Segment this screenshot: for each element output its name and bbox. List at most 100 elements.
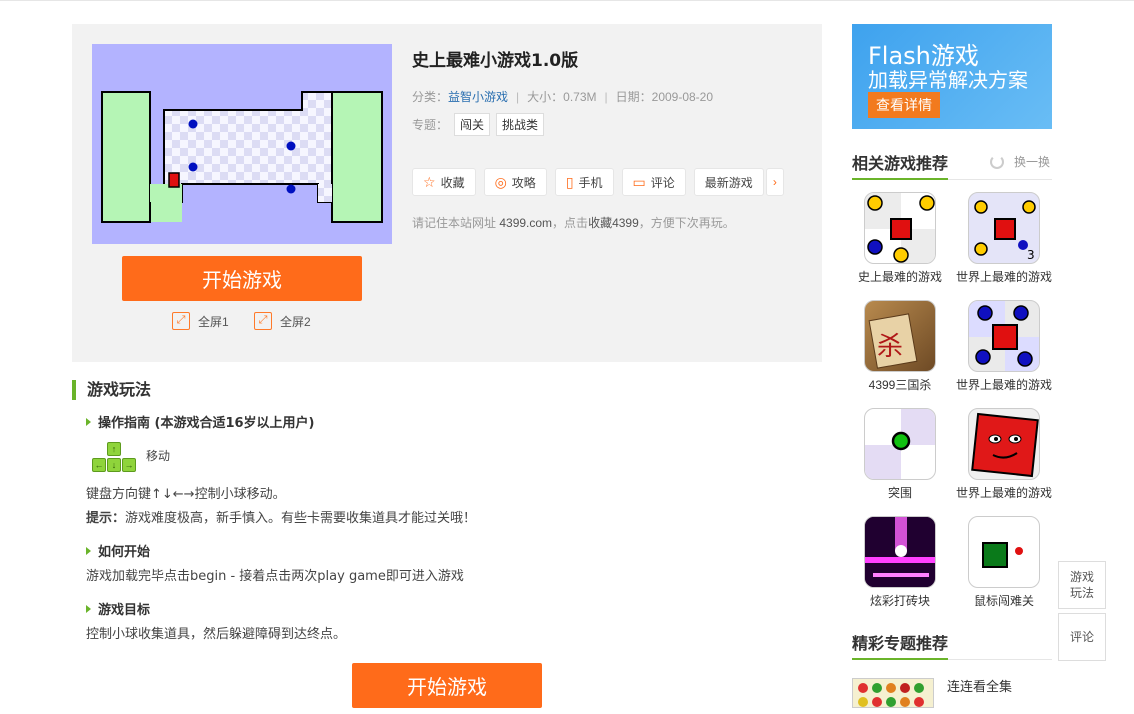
favorite-link[interactable]: 收藏4399: [588, 216, 639, 230]
guide-icon: ◎: [494, 173, 507, 190]
latest-games-button[interactable]: 最新游戏: [693, 168, 764, 196]
game-name: 鼠标闯难关: [973, 594, 1034, 608]
topic-name[interactable]: 连连看全集: [947, 676, 1012, 695]
green-dot-icon: [865, 409, 935, 479]
related-game-item[interactable]: 世界上最难的游戏: [954, 300, 1054, 393]
related-game-item[interactable]: 鼠标闯难关: [954, 516, 1054, 609]
game-icon: 杀: [864, 300, 936, 372]
fullscreen2-button[interactable]: ⤢ 全屏2: [254, 312, 311, 330]
howto-heading: 游戏玩法: [72, 380, 151, 400]
related-game-item[interactable]: 3 世界上最难的游戏: [954, 192, 1054, 285]
game-name: 史上最难的游戏: [857, 270, 942, 284]
mobile-button[interactable]: ▯ 手机: [554, 168, 614, 196]
related-game-item[interactable]: 世界上最难的游戏: [954, 408, 1054, 501]
category-link[interactable]: 益智小游戏: [448, 90, 508, 104]
float-howto-button[interactable]: 游戏玩法: [1058, 561, 1106, 609]
bullet-triangle-icon: [86, 546, 91, 555]
float-comment-button[interactable]: 评论: [1058, 613, 1106, 661]
start-heading-text: 如何开始: [98, 545, 151, 560]
date-text: 日期：2009-08-20: [615, 90, 714, 104]
latest-games-label: 最新游戏: [704, 175, 753, 190]
game-name: 世界上最难的游戏: [955, 378, 1052, 392]
category-label: 分类：: [412, 90, 449, 104]
flash-help-banner[interactable]: Flash游戏 加载异常解决方案 查看详情: [852, 24, 1052, 129]
game-name: 炫彩打砖块: [869, 594, 930, 608]
bullet-triangle-icon: [86, 604, 91, 613]
topics-label: 专题：: [412, 118, 449, 132]
game-name: 世界上最难的游戏: [955, 270, 1052, 284]
red-face-icon: [971, 412, 1039, 478]
game-thumbnail[interactable]: [92, 44, 392, 244]
goal-text: 控制小球收集道具，然后躲避障碍到达终点。: [86, 627, 347, 642]
start-game-button-bottom[interactable]: 开始游戏: [352, 663, 542, 708]
start-text: 游戏加载完毕点击begin - 接着点击两次play game即可进入游戏: [86, 569, 464, 584]
game-level-preview: [101, 91, 383, 223]
start-heading: 如何开始: [86, 541, 150, 560]
remember-site-note: 请记住本站网址 4399.com，点击收藏4399，方便下次再玩。: [412, 214, 735, 231]
phone-icon: ▯: [565, 173, 574, 190]
left-key-icon: ←: [92, 458, 106, 472]
topic-tag[interactable]: 闯关: [454, 113, 491, 136]
guide-button[interactable]: ◎ 攻略: [483, 168, 547, 196]
related-game-item[interactable]: 史上最难的游戏: [850, 192, 950, 285]
game-icon: [968, 408, 1040, 480]
game-icon: [864, 192, 936, 264]
comment-label: 评论: [650, 175, 675, 190]
float-howto-label: 游戏玩法: [1069, 570, 1094, 600]
game-icon: [968, 516, 1040, 588]
top-divider: [0, 0, 1134, 1]
action-bar: ☆ 收藏 ◎ 攻略 ▯ 手机 ▭ 评论 最新游戏 ›: [412, 168, 792, 196]
heading-underline: [852, 178, 948, 180]
topic-tag[interactable]: 挑战类: [496, 113, 545, 136]
size-text: 大小：0.73M: [527, 90, 597, 104]
fullscreen2-label: 全屏2: [280, 314, 311, 329]
expand-arrow-icon: ⤢: [254, 312, 272, 330]
svg-text:杀: 杀: [877, 332, 903, 362]
related-game-item[interactable]: 突围: [850, 408, 950, 501]
game-name: 世界上最难的游戏: [955, 486, 1052, 500]
banner-details-button[interactable]: 查看详情: [868, 92, 940, 118]
comment-button[interactable]: ▭ 评论: [621, 168, 686, 196]
game-title: 史上最难小游戏1.0版: [412, 51, 579, 71]
fullscreen1-button[interactable]: ⤢ 全屏1: [172, 312, 229, 330]
remember-text: ，点击: [552, 216, 589, 230]
sanguosha-icon: 杀: [868, 313, 918, 369]
related-game-item[interactable]: 炫彩打砖块: [850, 516, 950, 609]
game-name: 4399三国杀: [868, 378, 932, 392]
related-game-item[interactable]: 杀 4399三国杀: [850, 300, 950, 393]
comment-icon: ▭: [632, 173, 646, 190]
actions-next-arrow[interactable]: ›: [765, 168, 784, 196]
game-icon: [864, 408, 936, 480]
chevron-right-icon: ›: [772, 175, 777, 189]
fullscreen1-label: 全屏1: [198, 314, 229, 329]
start-game-button[interactable]: 开始游戏: [122, 256, 362, 301]
heading-underline: [852, 658, 948, 660]
refresh-label: 换一换: [1014, 155, 1051, 169]
game-meta: 分类：益智小游戏 | 大小：0.73M | 日期：2009-08-20: [412, 88, 713, 105]
mobile-label: 手机: [578, 175, 603, 190]
svg-text:3: 3: [1027, 248, 1035, 262]
refresh-button[interactable]: 换一换: [990, 153, 1050, 170]
breakout-icon: [865, 517, 935, 587]
related-games-title: 相关游戏推荐: [852, 154, 949, 173]
goal-heading: 游戏目标: [86, 599, 150, 618]
float-comment-label: 评论: [1069, 630, 1094, 644]
remember-text: ，方便下次再玩。: [638, 216, 735, 230]
topics-heading: 精彩专题推荐: [852, 630, 1052, 660]
guide-label: 攻略: [511, 175, 536, 190]
refresh-icon: [990, 154, 1004, 169]
guide-heading-text: 操作指南 (本游戏合适16岁以上用户): [98, 416, 315, 431]
expand-icon: ⤢: [172, 312, 190, 330]
remember-text: 请记住本站网址: [412, 216, 500, 230]
bullet-triangle-icon: [86, 417, 91, 426]
right-key-icon: →: [122, 458, 136, 472]
up-key-icon: ↑: [107, 442, 121, 456]
favorite-label: 收藏: [440, 175, 465, 190]
meta-separator: |: [516, 90, 520, 104]
down-key-icon: ↓: [107, 458, 121, 472]
topic-thumbnail[interactable]: [852, 678, 934, 708]
favorite-button[interactable]: ☆ 收藏: [412, 168, 476, 196]
arrow-keys-icon: ↑ ← ↓ →: [90, 442, 138, 474]
site-url: 4399.com: [499, 216, 553, 230]
move-label: 移动: [146, 449, 171, 463]
